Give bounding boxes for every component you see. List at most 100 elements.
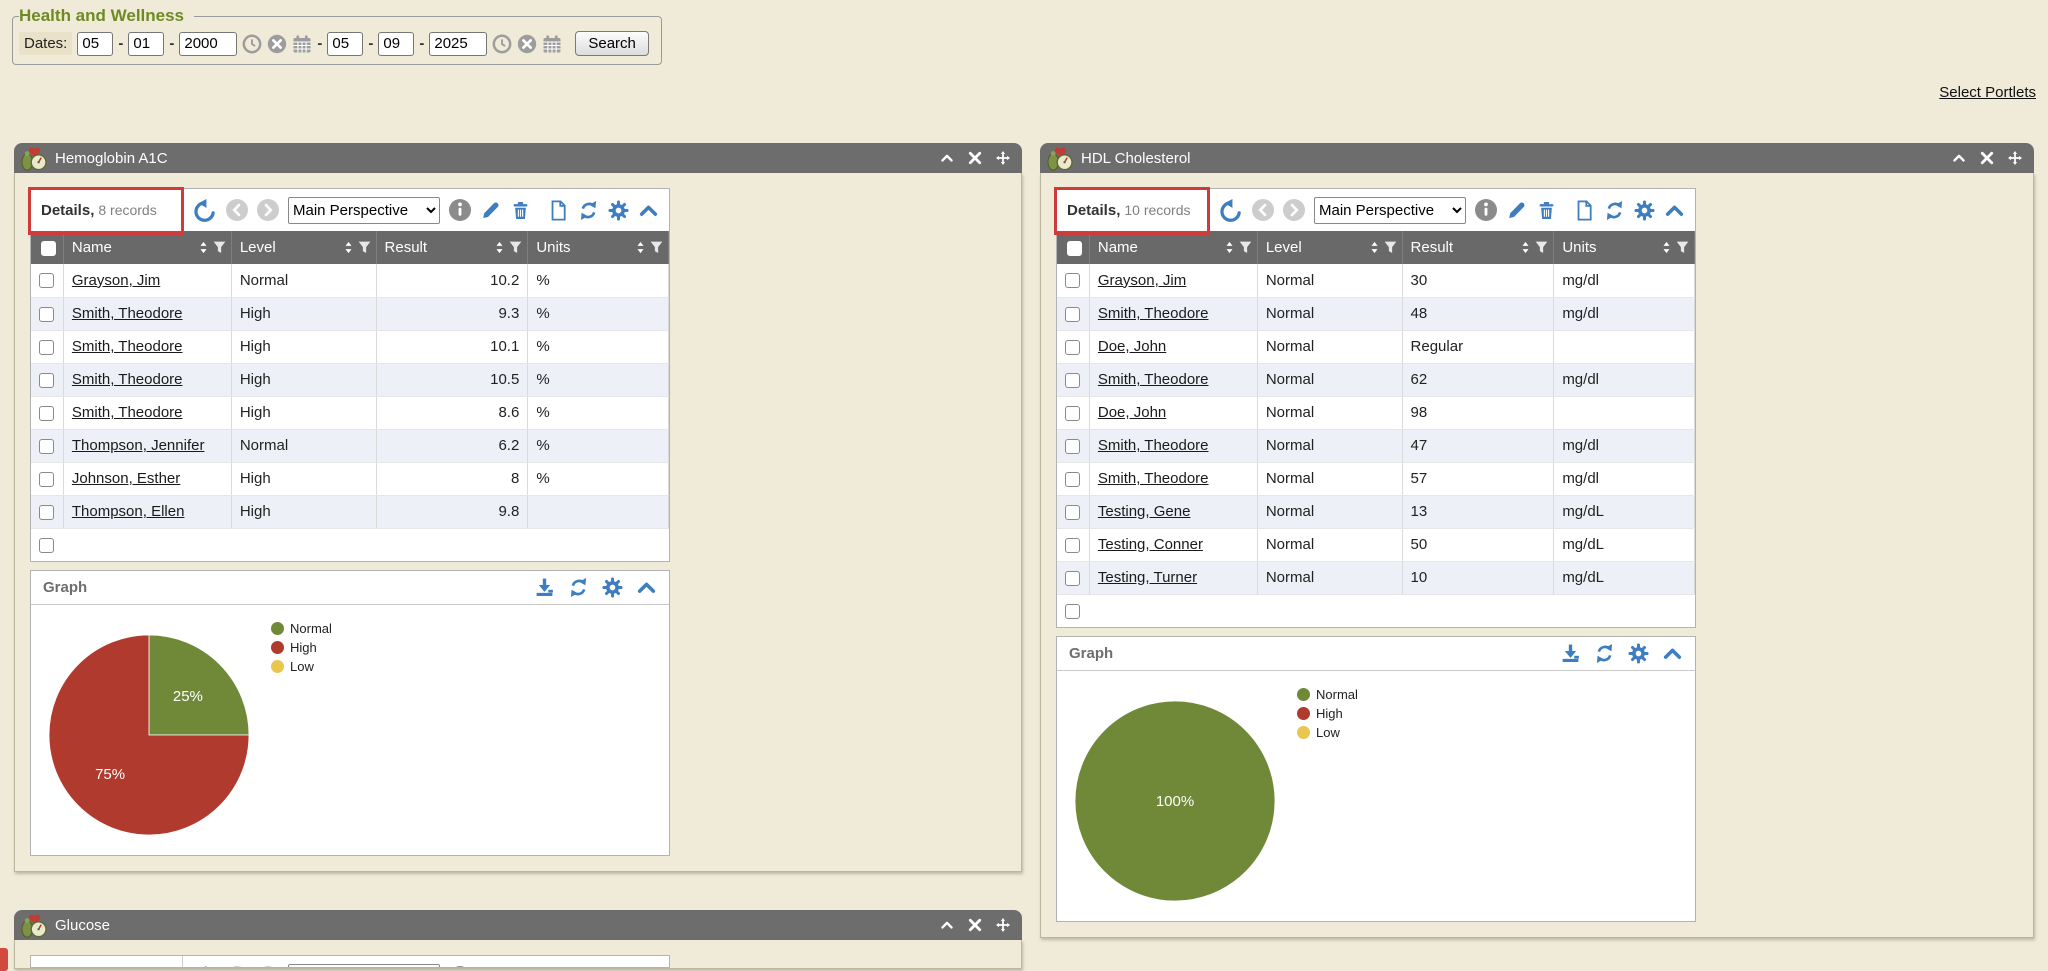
sort-icon[interactable] [344, 241, 353, 254]
delete-icon[interactable] [510, 200, 531, 221]
patient-name-link[interactable]: Smith, Theodore [72, 404, 183, 421]
perspective-select[interactable]: Main Perspective [288, 964, 440, 969]
to-day-input[interactable] [378, 32, 414, 56]
settings-icon[interactable] [1628, 643, 1649, 664]
row-checkbox[interactable] [1065, 571, 1080, 586]
info-icon[interactable] [449, 199, 471, 221]
row-checkbox[interactable] [39, 340, 54, 355]
patient-name-link[interactable]: Doe, John [1098, 404, 1166, 421]
move-portlet-icon[interactable] [996, 918, 1010, 932]
column-header-name[interactable]: Name [63, 231, 231, 264]
column-header-level[interactable]: Level [231, 231, 376, 264]
from-calendar-icon[interactable] [292, 34, 312, 54]
prev-icon[interactable] [1252, 199, 1274, 221]
move-portlet-icon[interactable] [996, 151, 1010, 165]
info-icon[interactable] [449, 966, 471, 968]
collapse-portlet-icon[interactable] [1952, 151, 1966, 165]
patient-name-link[interactable]: Testing, Turner [1098, 569, 1197, 586]
row-checkbox[interactable] [39, 439, 54, 454]
perspective-select[interactable]: Main Perspective [288, 197, 440, 224]
close-portlet-icon[interactable] [968, 151, 982, 165]
close-portlet-icon[interactable] [968, 918, 982, 932]
edit-icon[interactable] [480, 200, 501, 221]
new-row-checkbox[interactable] [39, 538, 54, 553]
edit-icon[interactable] [1506, 200, 1527, 221]
info-icon[interactable] [1475, 199, 1497, 221]
row-checkbox[interactable] [1065, 439, 1080, 454]
column-header-name[interactable]: Name [1089, 231, 1257, 264]
row-checkbox[interactable] [1065, 373, 1080, 388]
filter-icon[interactable] [1384, 241, 1397, 254]
prev-icon[interactable] [226, 199, 248, 221]
patient-name-link[interactable]: Smith, Theodore [1098, 305, 1209, 322]
to-month-input[interactable] [327, 32, 363, 56]
new-row-checkbox[interactable] [1065, 604, 1080, 619]
sort-icon[interactable] [1370, 241, 1379, 254]
row-checkbox[interactable] [39, 406, 54, 421]
row-checkbox[interactable] [1065, 538, 1080, 553]
row-checkbox[interactable] [39, 373, 54, 388]
select-portlets-link[interactable]: Select Portlets [1939, 84, 2036, 101]
undo-icon[interactable] [193, 198, 217, 222]
collapse-panel-icon[interactable] [1664, 200, 1685, 221]
to-time-icon[interactable] [492, 34, 512, 54]
undo-icon[interactable] [193, 965, 217, 968]
new-document-icon[interactable] [548, 200, 569, 221]
next-icon[interactable] [257, 966, 279, 968]
patient-name-link[interactable]: Grayson, Jim [72, 272, 160, 289]
patient-name-link[interactable]: Smith, Theodore [1098, 371, 1209, 388]
row-checkbox[interactable] [1065, 472, 1080, 487]
from-clear-icon[interactable] [267, 34, 287, 54]
filter-icon[interactable] [1535, 241, 1548, 254]
patient-name-link[interactable]: Testing, Gene [1098, 503, 1191, 520]
sort-icon[interactable] [1225, 241, 1234, 254]
patient-name-link[interactable]: Thompson, Jennifer [72, 437, 205, 454]
undo-icon[interactable] [1219, 198, 1243, 222]
row-checkbox[interactable] [39, 505, 54, 520]
delete-icon[interactable] [510, 967, 531, 969]
from-year-input[interactable] [179, 32, 237, 56]
settings-icon[interactable] [602, 577, 623, 598]
next-icon[interactable] [1283, 199, 1305, 221]
row-checkbox[interactable] [39, 307, 54, 322]
column-header-result[interactable]: Result [1402, 231, 1554, 264]
download-icon[interactable] [534, 577, 555, 598]
delete-icon[interactable] [1536, 200, 1557, 221]
sort-icon[interactable] [1521, 241, 1530, 254]
column-header-units[interactable]: Units [528, 231, 669, 264]
filter-icon[interactable] [650, 241, 663, 254]
to-calendar-icon[interactable] [542, 34, 562, 54]
row-checkbox[interactable] [1065, 307, 1080, 322]
from-time-icon[interactable] [242, 34, 262, 54]
select-all-checkbox[interactable] [1067, 241, 1082, 256]
patient-name-link[interactable]: Smith, Theodore [72, 371, 183, 388]
patient-name-link[interactable]: Doe, John [1098, 338, 1166, 355]
patient-name-link[interactable]: Smith, Theodore [72, 338, 183, 355]
refresh-icon[interactable] [578, 200, 599, 221]
patient-name-link[interactable]: Grayson, Jim [1098, 272, 1186, 289]
move-portlet-icon[interactable] [2008, 151, 2022, 165]
row-checkbox[interactable] [1065, 505, 1080, 520]
sort-icon[interactable] [636, 241, 645, 254]
select-all-checkbox[interactable] [41, 241, 56, 256]
filter-icon[interactable] [358, 241, 371, 254]
collapse-panel-icon[interactable] [636, 577, 657, 598]
search-button[interactable]: Search [575, 31, 649, 56]
patient-name-link[interactable]: Thompson, Ellen [72, 503, 185, 520]
row-checkbox[interactable] [1065, 273, 1080, 288]
collapse-panel-icon[interactable] [638, 200, 659, 221]
perspective-select[interactable]: Main Perspective [1314, 197, 1466, 224]
column-header-result[interactable]: Result [376, 231, 528, 264]
row-checkbox[interactable] [39, 273, 54, 288]
sort-icon[interactable] [1662, 241, 1671, 254]
patient-name-link[interactable]: Testing, Conner [1098, 536, 1203, 553]
refresh-icon[interactable] [1604, 200, 1625, 221]
column-header-level[interactable]: Level [1257, 231, 1402, 264]
sort-icon[interactable] [199, 241, 208, 254]
column-header-units[interactable]: Units [1554, 231, 1695, 264]
sort-icon[interactable] [495, 241, 504, 254]
filter-icon[interactable] [1676, 241, 1689, 254]
collapse-panel-icon[interactable] [1662, 643, 1683, 664]
filter-icon[interactable] [213, 241, 226, 254]
settings-icon[interactable] [1634, 200, 1655, 221]
